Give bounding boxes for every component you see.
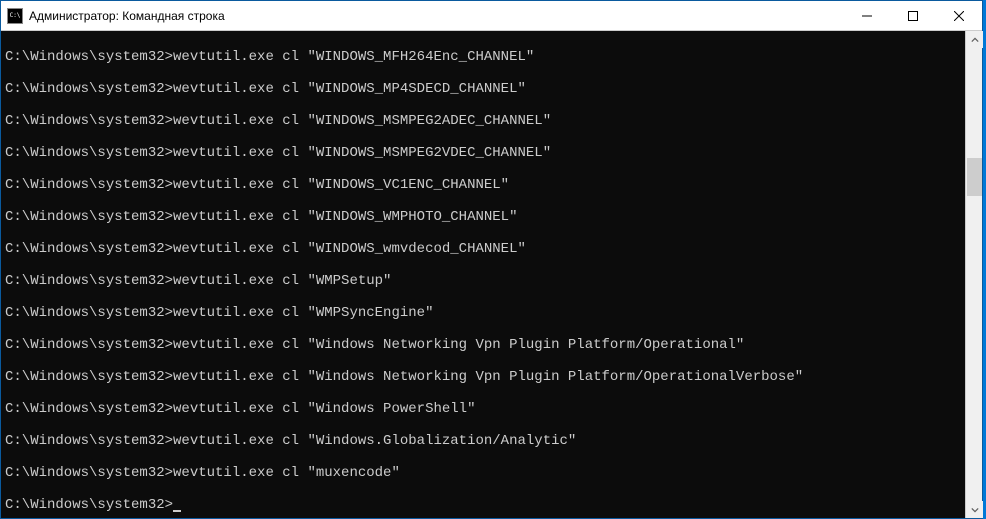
console-line: C:\Windows\system32>wevtutil.exe cl "WIN… [5, 241, 961, 257]
cursor [173, 510, 181, 512]
minimize-icon [862, 11, 872, 21]
console-area: C:\Windows\system32>wevtutil.exe cl "WIN… [1, 31, 982, 518]
console-output[interactable]: C:\Windows\system32>wevtutil.exe cl "WIN… [1, 31, 965, 518]
console-line: C:\Windows\system32>wevtutil.exe cl "WIN… [5, 81, 961, 97]
scroll-up-button[interactable] [966, 31, 983, 48]
console-line [5, 481, 961, 497]
console-line: C:\Windows\system32>wevtutil.exe cl "WIN… [5, 177, 961, 193]
chevron-down-icon [971, 506, 979, 514]
scroll-down-button[interactable] [966, 501, 983, 518]
console-line: C:\Windows\system32>wevtutil.exe cl "WMP… [5, 305, 961, 321]
console-line [5, 129, 961, 145]
titlebar[interactable]: C:\ Администратор: Командная строка [1, 1, 982, 31]
close-icon [954, 11, 964, 21]
console-line: C:\Windows\system32>wevtutil.exe cl "Win… [5, 433, 961, 449]
window-title: Администратор: Командная строка [29, 9, 844, 23]
console-line [5, 417, 961, 433]
console-line: C:\Windows\system32>wevtutil.exe cl "Win… [5, 337, 961, 353]
console-line [5, 65, 961, 81]
console-line: C:\Windows\system32>wevtutil.exe cl "WIN… [5, 113, 961, 129]
console-line [5, 193, 961, 209]
command-prompt-window: C:\ Администратор: Командная строка C:\W… [0, 0, 983, 519]
vertical-scrollbar[interactable] [965, 31, 982, 518]
console-line: C:\Windows\system32>wevtutil.exe cl "WIN… [5, 49, 961, 65]
console-line [5, 321, 961, 337]
console-line: C:\Windows\system32>wevtutil.exe cl "Win… [5, 401, 961, 417]
console-line: C:\Windows\system32>wevtutil.exe cl "Win… [5, 369, 961, 385]
console-line [5, 257, 961, 273]
cmd-icon: C:\ [7, 8, 23, 24]
console-current-prompt: C:\Windows\system32> [5, 497, 961, 513]
console-line [5, 385, 961, 401]
console-line [5, 289, 961, 305]
console-line [5, 449, 961, 465]
console-line [5, 161, 961, 177]
scroll-thumb[interactable] [967, 158, 982, 196]
console-line [5, 353, 961, 369]
scroll-track[interactable] [966, 48, 982, 501]
console-line: C:\Windows\system32>wevtutil.exe cl "WIN… [5, 145, 961, 161]
console-line [5, 225, 961, 241]
console-line: C:\Windows\system32>wevtutil.exe cl "WMP… [5, 273, 961, 289]
console-line: C:\Windows\system32>wevtutil.exe cl "WIN… [5, 209, 961, 225]
window-controls [844, 1, 982, 30]
chevron-up-icon [971, 36, 979, 44]
close-button[interactable] [936, 1, 982, 30]
maximize-icon [908, 11, 918, 21]
console-line [5, 97, 961, 113]
console-line [5, 33, 961, 49]
console-line: C:\Windows\system32>wevtutil.exe cl "mux… [5, 465, 961, 481]
minimize-button[interactable] [844, 1, 890, 30]
maximize-button[interactable] [890, 1, 936, 30]
